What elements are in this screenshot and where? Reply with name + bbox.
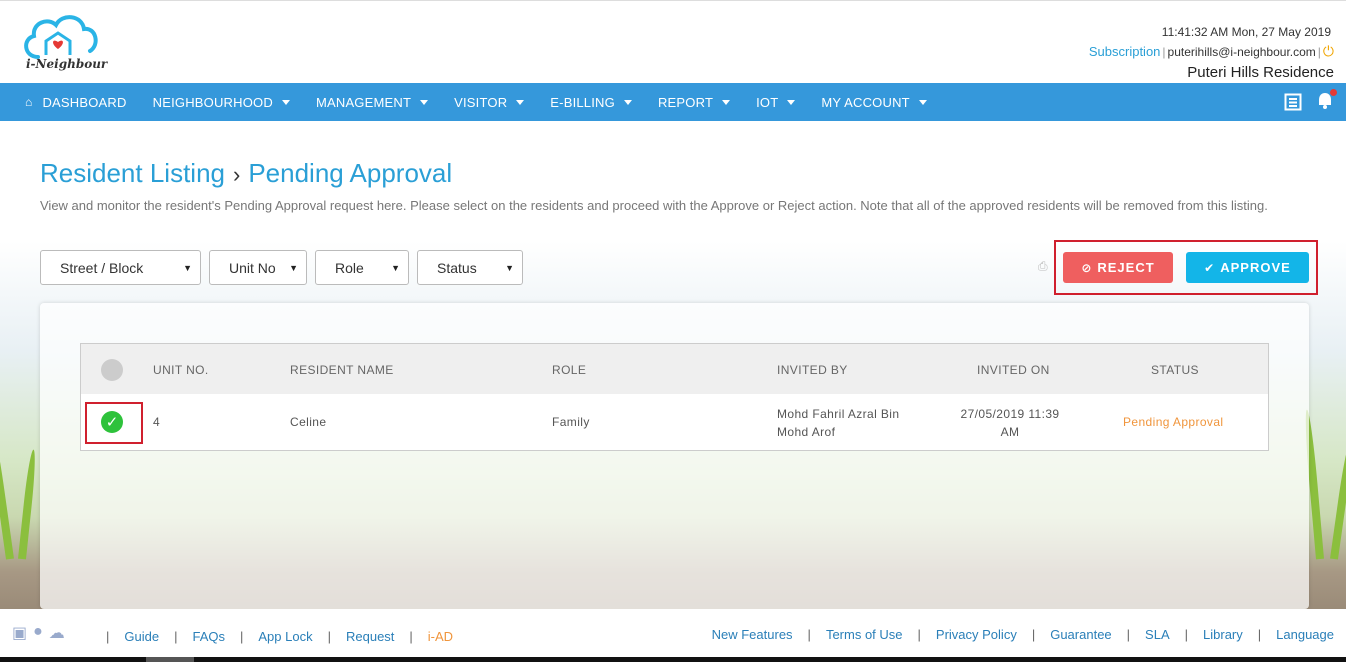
cell-invited-by: Mohd Fahril Azral Bin Mohd Arof — [777, 407, 900, 439]
chevron-right-icon: › — [233, 162, 241, 187]
breadcrumb-resident-listing[interactable]: Resident Listing — [40, 158, 225, 188]
cell-invited-on: 27/05/2019 11:39 AM — [960, 407, 1060, 439]
footer-left-links: | Guide | FAQs | App Lock | Request | i-AD — [106, 629, 454, 644]
breadcrumb: Resident Listing › Pending Approval — [40, 158, 452, 189]
print-icon[interactable]: ⎙ — [1038, 259, 1048, 274]
footer-request-link[interactable]: Request — [346, 629, 394, 644]
dropdown-arrow-icon: ▼ — [183, 262, 192, 273]
home-icon: ⌂ — [25, 95, 33, 109]
nav-my-account[interactable]: MY ACCOUNT — [808, 83, 939, 121]
row-checkbox-checked[interactable]: ✓ — [101, 411, 123, 433]
nav-e-billing[interactable]: E-BILLING — [537, 83, 645, 121]
nav-management[interactable]: MANAGEMENT — [303, 83, 441, 121]
reject-button[interactable]: ⊘ REJECT — [1063, 252, 1173, 283]
footer-library-link[interactable]: Library — [1203, 627, 1243, 642]
nav-dashboard[interactable]: ⌂ DASHBOARD — [0, 83, 140, 121]
footer-app-lock-link[interactable]: App Lock — [258, 629, 312, 644]
page-content: Resident Listing › Pending Approval View a… — [0, 121, 1346, 609]
account-email: puterihills@i-neighbour.com — [1167, 45, 1316, 59]
approve-button[interactable]: ✔ APPROVE — [1186, 252, 1309, 283]
logo-text: i-Neighbour — [26, 57, 108, 71]
footer-privacy-link[interactable]: Privacy Policy — [936, 627, 1017, 642]
role-select[interactable]: Role ▼ — [315, 250, 409, 285]
ban-icon: ⊘ — [1081, 260, 1093, 275]
nav-report[interactable]: REPORT — [645, 83, 743, 121]
caret-down-icon — [722, 99, 731, 105]
main-nav: ⌂ DASHBOARD NEIGHBOURHOOD MANAGEMENT VISI… — [0, 83, 1346, 121]
cell-resident-name: Celine — [290, 415, 327, 429]
header-status[interactable]: STATUS — [1151, 363, 1199, 377]
nav-iot[interactable]: IOT — [743, 83, 808, 121]
nav-visitor[interactable]: VISITOR — [441, 83, 537, 121]
filter-bar: Street / Block ▼ Unit No ▼ Role ▼ Status ▼ — [40, 250, 523, 285]
header-role[interactable]: ROLE — [552, 363, 586, 377]
cell-status: Pending Approval — [1123, 415, 1224, 429]
header-invited-by[interactable]: INVITED BY — [777, 363, 848, 377]
scroll-segment — [146, 657, 194, 662]
footer-right-links: New Features | Terms of Use | Privacy Poli… — [711, 627, 1334, 642]
list-icon[interactable] — [1284, 93, 1302, 111]
caret-down-icon — [623, 99, 632, 105]
footer-guide-link[interactable]: Guide — [124, 629, 159, 644]
table-row[interactable]: ✓ 4 Celine Family Mohd Fahril Azral Bin M… — [81, 394, 1268, 450]
i-neighbour-cloud-icon[interactable]: ☁ — [49, 623, 65, 643]
header-datetime: 11:41:32 AM Mon, 27 May 2019 — [1161, 25, 1331, 39]
status-select[interactable]: Status ▼ — [417, 250, 523, 285]
footer-language-link[interactable]: Language — [1276, 627, 1334, 642]
notification-bell-icon[interactable] — [1316, 88, 1337, 114]
caret-down-icon — [516, 99, 525, 105]
footer-terms-link[interactable]: Terms of Use — [826, 627, 903, 642]
android-icon[interactable]: ▣ — [12, 623, 27, 643]
header-resident-name[interactable]: RESIDENT NAME — [290, 363, 394, 377]
header-invited-on[interactable]: INVITED ON — [977, 363, 1050, 377]
unit-no-select[interactable]: Unit No ▼ — [209, 250, 307, 285]
select-all-checkbox[interactable] — [101, 359, 123, 381]
caret-down-icon — [787, 99, 796, 105]
cell-unit-no: 4 — [153, 415, 161, 429]
dropdown-arrow-icon: ▼ — [391, 262, 400, 273]
nav-neighbourhood[interactable]: NEIGHBOURHOOD — [140, 83, 303, 121]
footer-faqs-link[interactable]: FAQs — [192, 629, 225, 644]
header-account-line: Subscription | puterihills@i-neighbour.com… — [1088, 43, 1334, 59]
header-unit-no[interactable]: UNIT NO. — [153, 363, 209, 377]
footer: ▣ ● ☁ | Guide | FAQs | App Lock | Request | … — [0, 609, 1346, 657]
resident-table: UNIT NO. RESIDENT NAME ROLE INVITED BY I… — [80, 343, 1269, 451]
footer-guarantee-link[interactable]: Guarantee — [1050, 627, 1111, 642]
footer-i-ad-link[interactable]: i-AD — [428, 629, 453, 644]
bottom-bar — [0, 657, 1346, 662]
top-header: i-Neighbour 11:41:32 AM Mon, 27 May 2019… — [0, 0, 1346, 83]
dropdown-arrow-icon: ▼ — [505, 262, 514, 273]
caret-down-icon — [918, 99, 927, 105]
notification-dot — [1330, 88, 1337, 96]
dropdown-arrow-icon: ▼ — [289, 262, 298, 273]
check-icon: ✔ — [1204, 260, 1216, 275]
power-icon[interactable]: ⏻ — [1323, 43, 1334, 59]
nav-right-icons — [1284, 83, 1337, 121]
cell-role: Family — [552, 415, 590, 429]
footer-new-features-link[interactable]: New Features — [712, 627, 793, 642]
residence-name: Puteri Hills Residence — [1187, 64, 1334, 81]
app-icons: ▣ ● ☁ — [12, 623, 65, 643]
footer-sla-link[interactable]: SLA — [1145, 627, 1170, 642]
subscription-link[interactable]: Subscription — [1089, 44, 1161, 59]
breadcrumb-pending-approval: Pending Approval — [248, 158, 453, 188]
apple-icon[interactable]: ● — [33, 623, 43, 643]
street-block-select[interactable]: Street / Block ▼ — [40, 250, 201, 285]
caret-down-icon — [420, 99, 429, 105]
table-header: UNIT NO. RESIDENT NAME ROLE INVITED BY I… — [81, 344, 1268, 394]
page-description: View and monitor the resident's Pending … — [40, 198, 1268, 213]
caret-down-icon — [281, 99, 290, 105]
